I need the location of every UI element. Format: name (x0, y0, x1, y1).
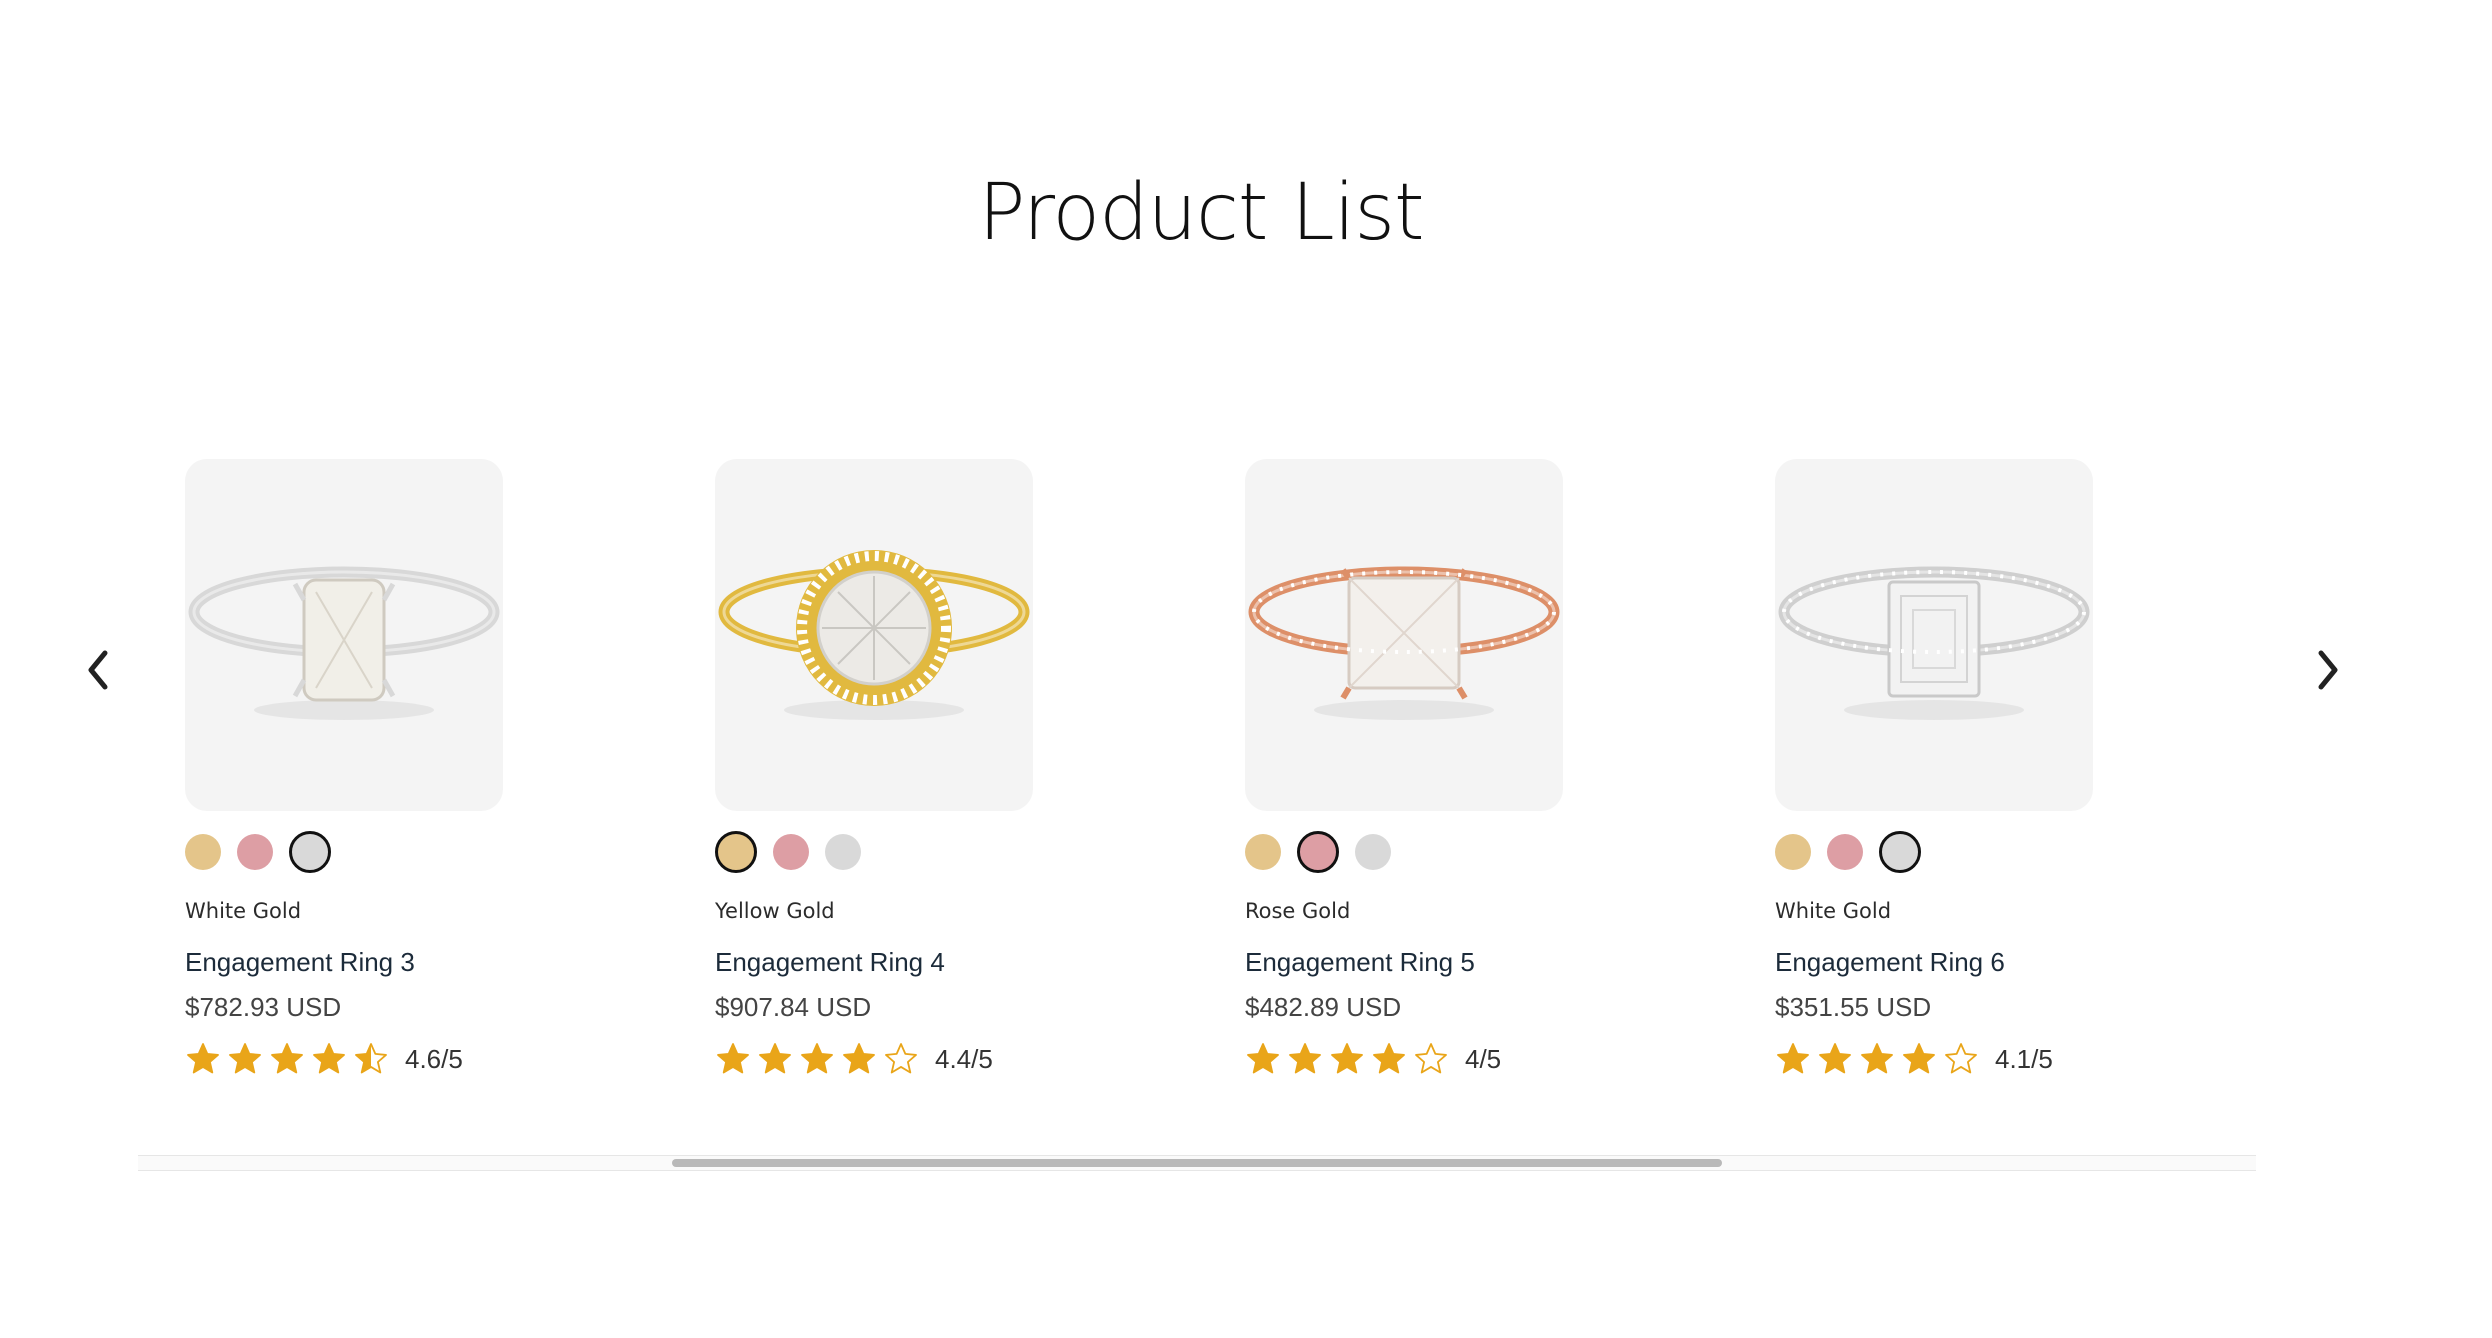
product-carousel: White Gold Engagement Ring 3 $782.93 USD… (185, 459, 2093, 1077)
product-card-4[interactable]: White Gold Engagement Ring 6 $351.55 USD… (1775, 459, 2093, 1077)
ring-illustration (1248, 566, 1560, 720)
chevron-left-icon (88, 650, 108, 690)
metal-swatches (1245, 831, 1563, 873)
product-price: $351.55 USD (1775, 992, 1932, 1022)
product-card-2[interactable]: Yellow Gold Engagement Ring 4 $907.84 US… (715, 459, 1033, 1077)
product-metal: White Gold (185, 899, 302, 923)
metal-swatches (1775, 831, 2093, 873)
ring-illustration (188, 566, 500, 720)
swatch-white-gold[interactable] (1879, 831, 1921, 873)
chevron-right-icon (2318, 650, 2338, 690)
carousel-next-button[interactable] (2308, 640, 2348, 700)
star-icon (1819, 1043, 1851, 1074)
star-icon (229, 1043, 261, 1074)
swatch-rose-gold[interactable] (1827, 834, 1863, 870)
product-image[interactable] (1775, 459, 2093, 811)
rating-label: 4.1/5 (1995, 1043, 2053, 1074)
rating-stars (715, 1041, 919, 1077)
rating-label: 4.4/5 (935, 1043, 993, 1074)
product-name[interactable]: Engagement Ring 5 (1245, 947, 1563, 978)
product-price: $907.84 USD (715, 992, 872, 1022)
product-metal: Yellow Gold (715, 899, 835, 923)
rating-label: 4/5 (1465, 1043, 1502, 1074)
page-title: Product List (978, 168, 1424, 258)
star-icon (1247, 1043, 1279, 1074)
star-icon (759, 1043, 791, 1074)
swatch-yellow-gold[interactable] (1245, 834, 1281, 870)
product-image[interactable] (715, 459, 1033, 811)
product-card-3[interactable]: Rose Gold Engagement Ring 5 $482.89 USD … (1245, 459, 1563, 1077)
star-icon (717, 1043, 749, 1074)
product-metal: Rose Gold (1245, 899, 1351, 923)
swatch-white-gold[interactable] (825, 834, 861, 870)
star-icon (271, 1043, 303, 1074)
star-icon (1373, 1043, 1405, 1074)
carousel-scrollbar[interactable] (138, 1155, 2256, 1171)
star-icon (1903, 1043, 1935, 1074)
swatch-yellow-gold[interactable] (1775, 834, 1811, 870)
star-icon (1777, 1043, 1809, 1074)
product-rating: 4.1/5 (1775, 1041, 2093, 1077)
swatch-rose-gold[interactable] (773, 834, 809, 870)
metal-swatches (715, 831, 1033, 873)
product-name[interactable]: Engagement Ring 3 (185, 947, 503, 978)
product-image[interactable] (185, 459, 503, 811)
scrollbar-thumb[interactable] (672, 1159, 1722, 1167)
carousel-prev-button[interactable] (78, 640, 118, 700)
product-rating: 4/5 (1245, 1041, 1563, 1077)
product-image[interactable] (1245, 459, 1563, 811)
star-icon (801, 1043, 833, 1074)
star-icon (885, 1043, 917, 1074)
star-icon (187, 1043, 219, 1074)
product-rating: 4.6/5 (185, 1041, 503, 1077)
product-price: $482.89 USD (1245, 992, 1402, 1022)
star-icon (843, 1043, 875, 1074)
star-icon (1945, 1043, 1977, 1074)
swatch-yellow-gold[interactable] (185, 834, 221, 870)
product-card-1[interactable]: White Gold Engagement Ring 3 $782.93 USD… (185, 459, 503, 1077)
swatch-yellow-gold[interactable] (715, 831, 757, 873)
ring-illustration (1778, 566, 2090, 720)
product-metal: White Gold (1775, 899, 1892, 923)
product-price: $782.93 USD (185, 992, 342, 1022)
rating-stars (1775, 1041, 1979, 1077)
rating-stars (1245, 1041, 1449, 1077)
swatch-white-gold[interactable] (1355, 834, 1391, 870)
product-rating: 4.4/5 (715, 1041, 1033, 1077)
product-list-page: Product List White Gold Engagement Ring … (0, 0, 2492, 1338)
metal-swatches (185, 831, 503, 873)
star-icon (313, 1043, 345, 1074)
star-icon (1289, 1043, 1321, 1074)
rating-label: 4.6/5 (405, 1043, 463, 1074)
ring-illustration (718, 550, 1030, 720)
star-icon (355, 1043, 387, 1074)
swatch-rose-gold[interactable] (237, 834, 273, 870)
rating-stars (185, 1041, 389, 1077)
star-icon (1415, 1043, 1447, 1074)
product-name[interactable]: Engagement Ring 4 (715, 947, 1033, 978)
swatch-rose-gold[interactable] (1297, 831, 1339, 873)
swatch-white-gold[interactable] (289, 831, 331, 873)
star-icon (1331, 1043, 1363, 1074)
star-icon (1861, 1043, 1893, 1074)
product-name[interactable]: Engagement Ring 6 (1775, 947, 2093, 978)
